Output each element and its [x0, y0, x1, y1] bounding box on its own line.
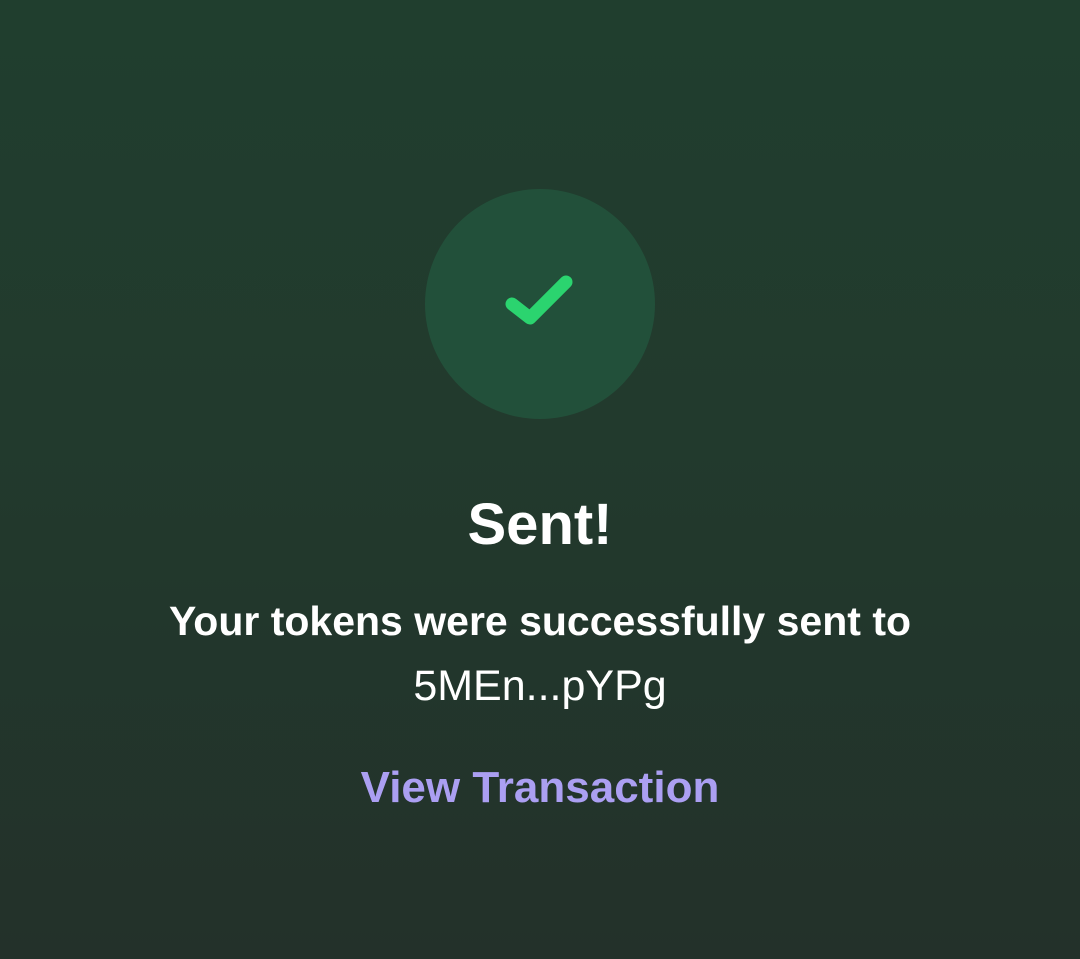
success-message: Your tokens were successfully sent to — [168, 598, 912, 644]
success-title: Sent! — [467, 492, 613, 557]
checkmark-icon — [505, 275, 573, 325]
success-icon-circle — [425, 189, 655, 419]
recipient-address: 5MEn...pYPg — [413, 662, 667, 710]
send-success-screen: Sent! Your tokens were successfully sent… — [0, 0, 1080, 959]
view-transaction-link[interactable]: View Transaction — [340, 760, 740, 816]
